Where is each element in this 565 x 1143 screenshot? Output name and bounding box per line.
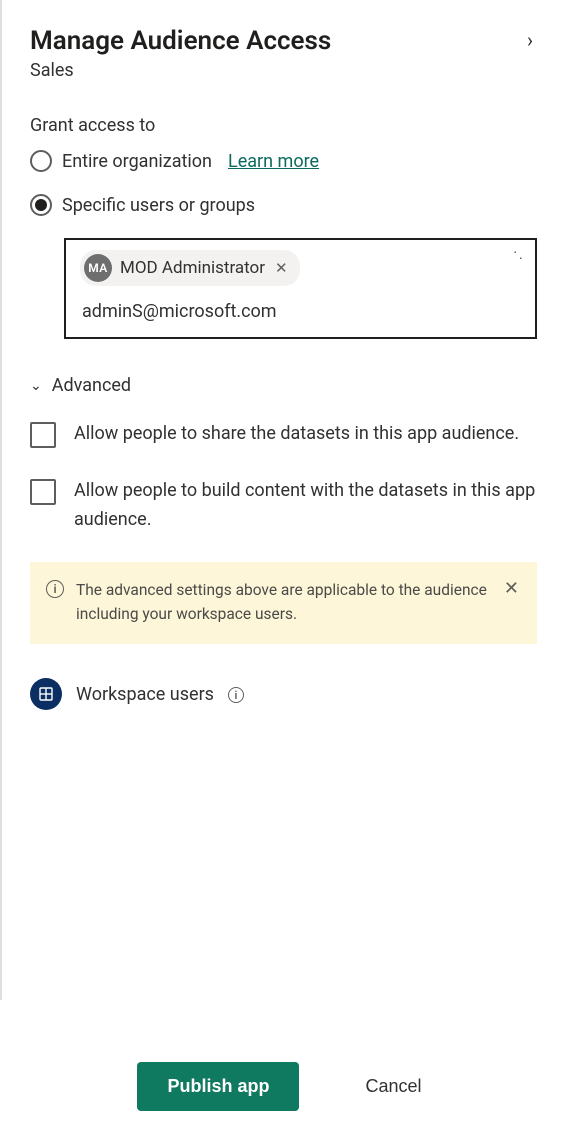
advanced-label: Advanced [52,375,131,396]
workspace-icon [30,678,62,710]
audience-access-panel: Manage Audience Access › Sales Grant acc… [0,0,565,1000]
info-icon: i [46,580,64,598]
radio-specific[interactable] [30,194,52,216]
panel-title: Manage Audience Access [30,26,331,56]
workspace-users-row[interactable]: Workspace users i [30,678,537,710]
info-icon[interactable]: i [228,687,244,703]
notice-text: The advanced settings above are applicab… [76,578,488,626]
people-picker[interactable]: ․ ․ MA MOD Administrator ✕ [64,238,537,339]
allow-share-row[interactable]: Allow people to share the datasets in th… [30,420,537,449]
allow-share-label: Allow people to share the datasets in th… [74,420,519,449]
allow-share-checkbox[interactable] [30,422,56,448]
grant-access-label: Grant access to [30,115,537,136]
learn-more-link[interactable]: Learn more [228,151,319,172]
panel-subtitle: Sales [30,60,537,81]
advanced-expander[interactable]: ⌄ Advanced [30,375,537,396]
avatar: MA [84,254,112,282]
footer: Publish app Cancel [0,1036,565,1143]
radio-entire-org-label: Entire organization [62,151,212,172]
allow-build-row[interactable]: Allow people to build content with the d… [30,477,537,535]
advanced-notice: i The advanced settings above are applic… [30,562,537,644]
publish-app-button[interactable]: Publish app [137,1062,299,1111]
allow-build-label: Allow people to build content with the d… [74,477,537,535]
dismiss-notice-icon[interactable]: ✕ [500,578,523,599]
radio-entire-org[interactable] [30,150,52,172]
selected-user-chip: MA MOD Administrator ✕ [80,250,300,286]
collapse-icon[interactable]: › [523,28,537,52]
resize-handle-icon: ․ ․ [513,246,525,258]
chip-label: MOD Administrator [120,258,265,278]
radio-specific-label: Specific users or groups [62,195,255,216]
people-picker-input[interactable] [80,300,521,323]
remove-chip-icon[interactable]: ✕ [273,259,290,277]
radio-entire-org-row[interactable]: Entire organization Learn more [30,150,537,172]
cancel-button[interactable]: Cancel [359,1075,427,1098]
workspace-users-label: Workspace users [76,684,214,705]
panel-header: Manage Audience Access › [30,20,537,60]
chevron-down-icon: ⌄ [30,379,42,393]
allow-build-checkbox[interactable] [30,479,56,505]
radio-specific-row[interactable]: Specific users or groups [30,194,537,216]
